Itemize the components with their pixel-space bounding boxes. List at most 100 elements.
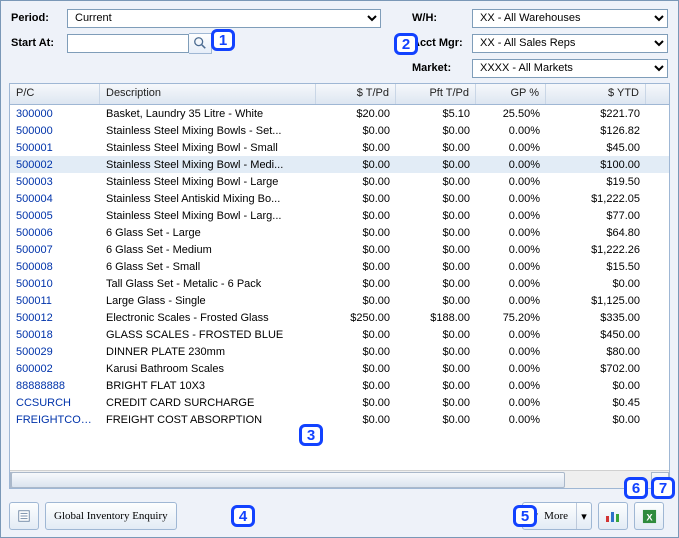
- cell-pft: $5.10: [396, 108, 476, 120]
- cell-desc: Stainless Steel Mixing Bowl - Medi...: [100, 159, 316, 171]
- cell-pc: 500005: [10, 210, 100, 222]
- cell-pc: 500018: [10, 329, 100, 341]
- cell-desc: Stainless Steel Mixing Bowl - Small: [100, 142, 316, 154]
- cell-pft: $0.00: [396, 363, 476, 375]
- cell-pft: $0.00: [396, 346, 476, 358]
- cell-ytd: $80.00: [546, 346, 646, 358]
- callout-3: 3: [299, 424, 323, 446]
- grid-body[interactable]: 300000Basket, Laundry 35 Litre - White$2…: [10, 105, 669, 472]
- table-row[interactable]: 500003Stainless Steel Mixing Bowl - Larg…: [10, 173, 669, 190]
- cell-tpd: $0.00: [316, 176, 396, 188]
- cell-ytd: $702.00: [546, 363, 646, 375]
- cell-pft: $0.00: [396, 176, 476, 188]
- cell-ytd: $0.00: [546, 278, 646, 290]
- table-row[interactable]: 500011Large Glass - Single$0.00$0.000.00…: [10, 292, 669, 309]
- market-label: Market:: [412, 62, 472, 74]
- table-row[interactable]: 5000066 Glass Set - Large$0.00$0.000.00%…: [10, 224, 669, 241]
- cell-pft: $0.00: [396, 261, 476, 273]
- cell-desc: FREIGHT COST ABSORPTION: [100, 414, 316, 426]
- cell-gp: 0.00%: [476, 193, 546, 205]
- table-row[interactable]: 500018GLASS SCALES - FROSTED BLUE$0.00$0…: [10, 326, 669, 343]
- table-row[interactable]: CCSURCHCREDIT CARD SURCHARGE$0.00$0.000.…: [10, 394, 669, 411]
- table-row[interactable]: 500001Stainless Steel Mixing Bowl - Smal…: [10, 139, 669, 156]
- cell-desc: Large Glass - Single: [100, 295, 316, 307]
- global-inventory-enquiry-button[interactable]: Global Inventory Enquiry: [45, 502, 177, 530]
- cell-ytd: $221.70: [546, 108, 646, 120]
- properties-icon: [17, 509, 31, 523]
- col-header-tpd[interactable]: $ T/Pd: [316, 84, 396, 104]
- cell-desc: BRIGHT FLAT 10X3: [100, 380, 316, 392]
- table-row[interactable]: 88888888BRIGHT FLAT 10X3$0.00$0.000.00%$…: [10, 377, 669, 394]
- table-row[interactable]: 500000Stainless Steel Mixing Bowls - Set…: [10, 122, 669, 139]
- cell-pft: $0.00: [396, 125, 476, 137]
- cell-pc: 500010: [10, 278, 100, 290]
- cell-desc: GLASS SCALES - FROSTED BLUE: [100, 329, 316, 341]
- cell-pc: 300000: [10, 108, 100, 120]
- more-label: More: [544, 510, 568, 522]
- cell-gp: 0.00%: [476, 142, 546, 154]
- table-row[interactable]: 5000076 Glass Set - Medium$0.00$0.000.00…: [10, 241, 669, 258]
- scroll-thumb[interactable]: [11, 472, 565, 488]
- cell-pft: $188.00: [396, 312, 476, 324]
- more-dropdown-arrow[interactable]: ▾: [576, 503, 591, 529]
- cell-desc: Stainless Steel Mixing Bowl - Large: [100, 176, 316, 188]
- market-select[interactable]: XXXX - All Markets: [472, 59, 668, 78]
- cell-ytd: $450.00: [546, 329, 646, 341]
- filter-panel: Period: Current W/H: XX - All Warehouses…: [1, 1, 678, 86]
- table-row[interactable]: 300000Basket, Laundry 35 Litre - White$2…: [10, 105, 669, 122]
- table-row[interactable]: 600002Karusi Bathroom Scales$0.00$0.000.…: [10, 360, 669, 377]
- warehouse-select[interactable]: XX - All Warehouses: [472, 9, 668, 28]
- table-row[interactable]: 500012Electronic Scales - Frosted Glass$…: [10, 309, 669, 326]
- cell-desc: 6 Glass Set - Small: [100, 261, 316, 273]
- cell-ytd: $77.00: [546, 210, 646, 222]
- cell-ytd: $335.00: [546, 312, 646, 324]
- cell-pft: $0.00: [396, 329, 476, 341]
- col-header-desc[interactable]: Description: [100, 84, 316, 104]
- export-excel-button[interactable]: X: [634, 502, 664, 530]
- col-header-pc[interactable]: P/C: [10, 84, 100, 104]
- cell-gp: 0.00%: [476, 261, 546, 273]
- cell-gp: 25.50%: [476, 108, 546, 120]
- cell-pft: $0.00: [396, 159, 476, 171]
- startat-input[interactable]: [67, 34, 189, 53]
- cell-desc: Karusi Bathroom Scales: [100, 363, 316, 375]
- cell-gp: 0.00%: [476, 380, 546, 392]
- cell-tpd: $0.00: [316, 346, 396, 358]
- cell-tpd: $250.00: [316, 312, 396, 324]
- grid-header: P/C Description $ T/Pd Pft T/Pd GP % $ Y…: [10, 84, 669, 105]
- table-row[interactable]: 500005Stainless Steel Mixing Bowl - Larg…: [10, 207, 669, 224]
- cell-gp: 0.00%: [476, 176, 546, 188]
- table-row[interactable]: 5000086 Glass Set - Small$0.00$0.000.00%…: [10, 258, 669, 275]
- acctmgr-select[interactable]: XX - All Sales Reps: [472, 34, 668, 53]
- cell-tpd: $0.00: [316, 227, 396, 239]
- cell-pc: 500002: [10, 159, 100, 171]
- cell-desc: Electronic Scales - Frosted Glass: [100, 312, 316, 324]
- table-row[interactable]: 500002Stainless Steel Mixing Bowl - Medi…: [10, 156, 669, 173]
- cell-pft: $0.00: [396, 193, 476, 205]
- footer-toolbar: Global Inventory Enquiry ▽ More ▾ X: [9, 501, 670, 531]
- col-header-pft[interactable]: Pft T/Pd: [396, 84, 476, 104]
- col-header-gp[interactable]: GP %: [476, 84, 546, 104]
- cell-gp: 75.20%: [476, 312, 546, 324]
- period-select[interactable]: Current: [67, 9, 381, 28]
- cell-ytd: $45.00: [546, 142, 646, 154]
- options-button[interactable]: [9, 502, 39, 530]
- table-row[interactable]: FREIGHTCOSTFREIGHT COST ABSORPTION$0.00$…: [10, 411, 669, 428]
- cell-ytd: $0.00: [546, 380, 646, 392]
- results-grid: P/C Description $ T/Pd Pft T/Pd GP % $ Y…: [9, 83, 670, 489]
- table-row[interactable]: 500010Tall Glass Set - Metalic - 6 Pack$…: [10, 275, 669, 292]
- cell-pft: $0.00: [396, 414, 476, 426]
- col-header-ytd[interactable]: $ YTD: [546, 84, 646, 104]
- horizontal-scrollbar[interactable]: ◂ ▸: [10, 470, 669, 488]
- magnifier-icon: [193, 36, 207, 50]
- table-row[interactable]: 500004Stainless Steel Antiskid Mixing Bo…: [10, 190, 669, 207]
- cell-desc: Stainless Steel Antiskid Mixing Bo...: [100, 193, 316, 205]
- startat-search-button[interactable]: [189, 33, 212, 54]
- chart-button[interactable]: [598, 502, 628, 530]
- cell-gp: 0.00%: [476, 295, 546, 307]
- cell-pc: 500008: [10, 261, 100, 273]
- table-row[interactable]: 500029DINNER PLATE 230mm$0.00$0.000.00%$…: [10, 343, 669, 360]
- cell-pft: $0.00: [396, 227, 476, 239]
- cell-gp: 0.00%: [476, 278, 546, 290]
- cell-pc: 500012: [10, 312, 100, 324]
